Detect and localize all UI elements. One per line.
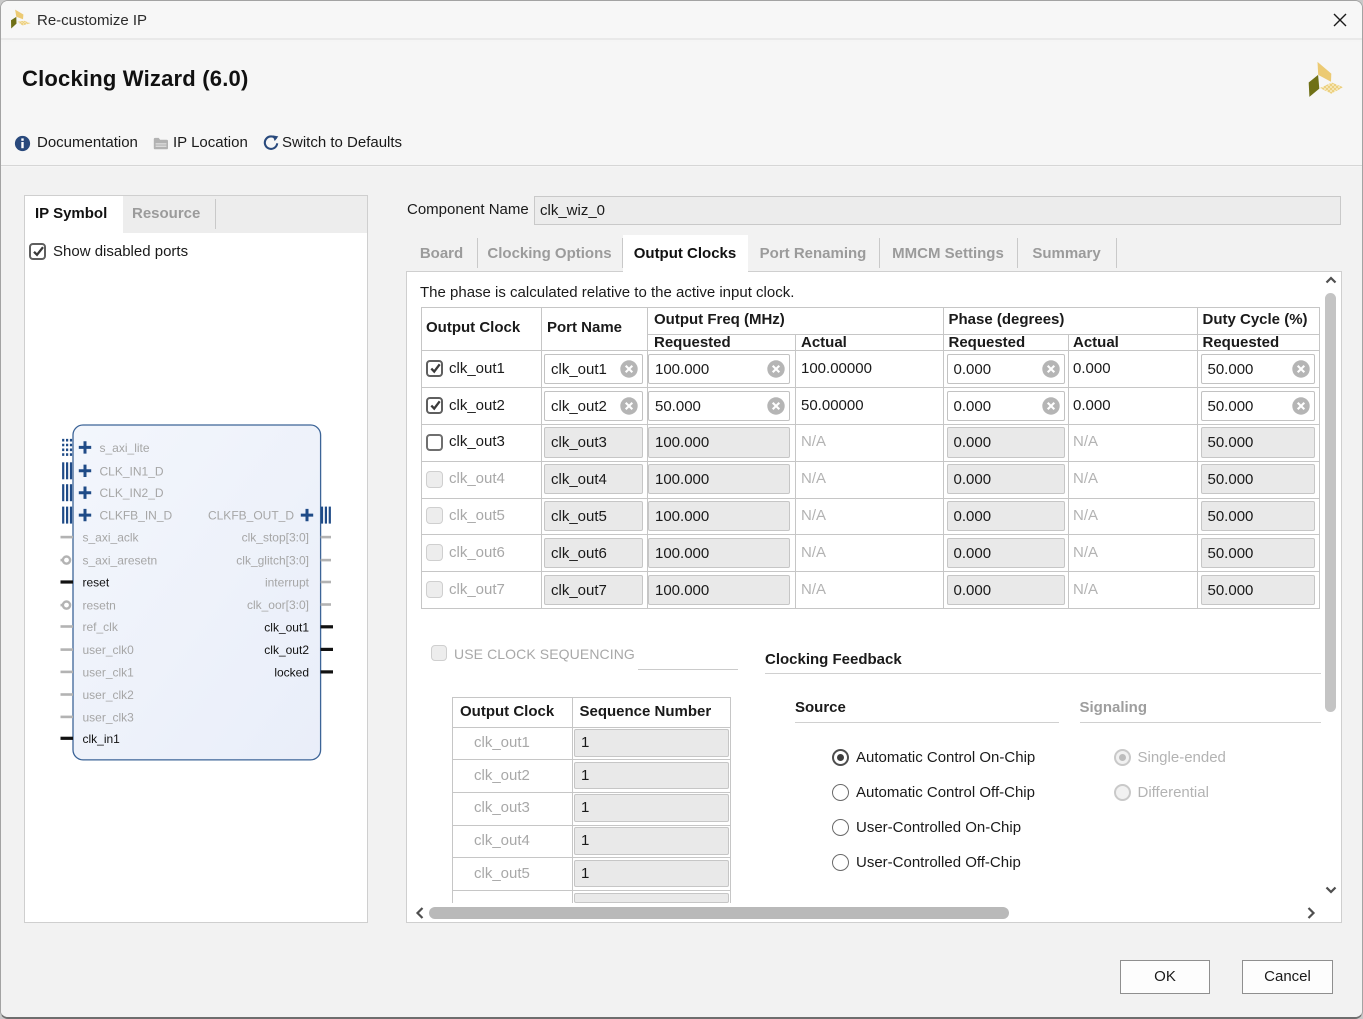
svg-text:reset: reset bbox=[83, 576, 110, 590]
svg-text:clk_glitch[3:0]: clk_glitch[3:0] bbox=[236, 554, 309, 568]
svg-text:locked: locked bbox=[274, 665, 309, 679]
svg-text:CLK_IN2_D: CLK_IN2_D bbox=[100, 486, 164, 500]
svg-text:interrupt: interrupt bbox=[265, 576, 310, 590]
svg-text:s_axi_aresetn: s_axi_aresetn bbox=[83, 554, 158, 568]
svg-text:resetn: resetn bbox=[83, 599, 116, 613]
svg-text:ref_clk: ref_clk bbox=[83, 620, 119, 634]
svg-text:s_axi_aclk: s_axi_aclk bbox=[83, 531, 140, 545]
svg-text:CLKFB_IN_D: CLKFB_IN_D bbox=[100, 509, 173, 523]
svg-text:clk_oor[3:0]: clk_oor[3:0] bbox=[247, 598, 309, 612]
svg-text:clk_stop[3:0]: clk_stop[3:0] bbox=[242, 531, 309, 545]
svg-text:CLKFB_OUT_D: CLKFB_OUT_D bbox=[208, 509, 294, 523]
svg-text:user_clk3: user_clk3 bbox=[83, 710, 135, 724]
svg-text:clk_in1: clk_in1 bbox=[83, 732, 121, 746]
svg-text:CLK_IN1_D: CLK_IN1_D bbox=[100, 464, 164, 478]
svg-text:user_clk2: user_clk2 bbox=[83, 688, 135, 702]
svg-text:s_axi_lite: s_axi_lite bbox=[100, 441, 150, 455]
svg-text:user_clk1: user_clk1 bbox=[83, 665, 135, 679]
svg-text:clk_out2: clk_out2 bbox=[264, 643, 309, 657]
svg-text:clk_out1: clk_out1 bbox=[264, 620, 309, 634]
svg-text:user_clk0: user_clk0 bbox=[83, 643, 135, 657]
